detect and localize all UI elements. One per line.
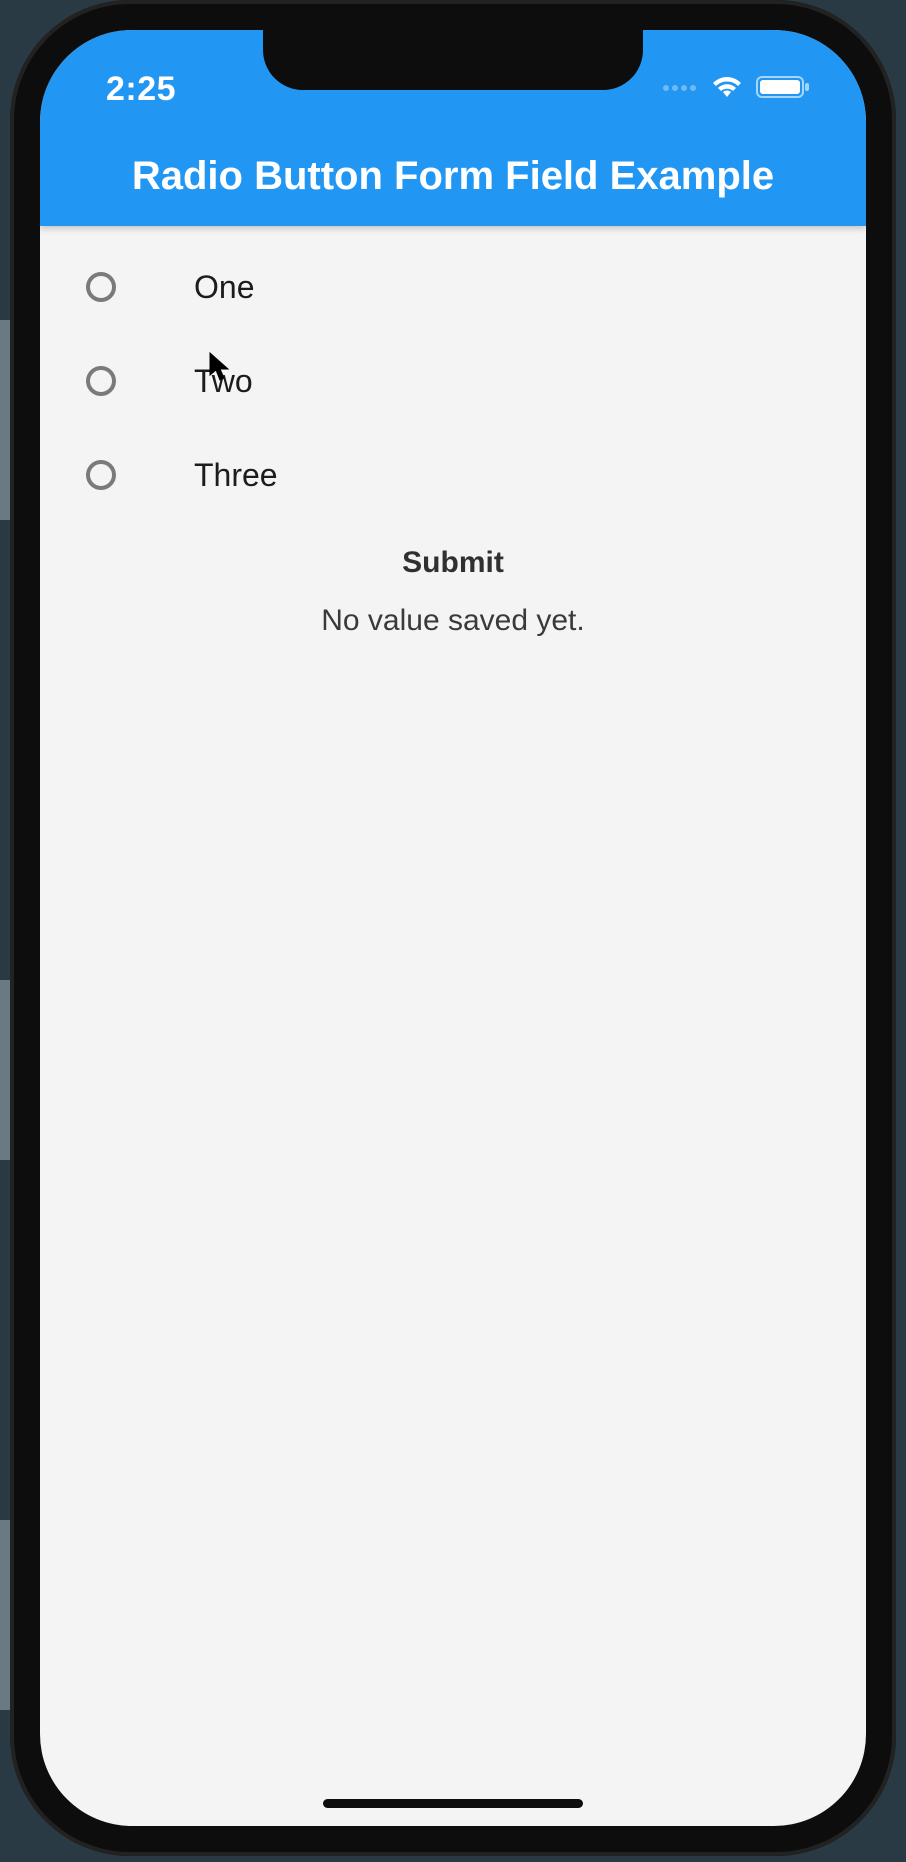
radio-option-one[interactable]: One <box>86 240 820 334</box>
radio-label: Two <box>194 363 253 400</box>
radio-option-two[interactable]: Two <box>86 334 820 428</box>
radio-label: Three <box>194 457 278 494</box>
device-notch <box>263 30 643 90</box>
wifi-icon <box>710 75 744 104</box>
screen: 2:25 <box>40 30 866 1826</box>
radio-label: One <box>194 269 254 306</box>
cellular-dots-icon <box>662 80 698 98</box>
battery-icon <box>756 75 812 104</box>
home-indicator[interactable] <box>323 1799 583 1808</box>
submit-button[interactable]: Submit <box>402 546 504 580</box>
status-time: 2:25 <box>106 70 176 109</box>
content-area: One Two Three Submit No value saved yet. <box>40 226 866 1826</box>
status-text: No value saved yet. <box>86 604 820 638</box>
device-frame: 2:25 <box>10 0 896 1856</box>
radio-icon <box>86 460 116 490</box>
radio-option-three[interactable]: Three <box>86 428 820 522</box>
app-bar: Radio Button Form Field Example <box>40 126 866 226</box>
radio-icon <box>86 366 116 396</box>
app-bar-title: Radio Button Form Field Example <box>132 154 774 199</box>
radio-icon <box>86 272 116 302</box>
